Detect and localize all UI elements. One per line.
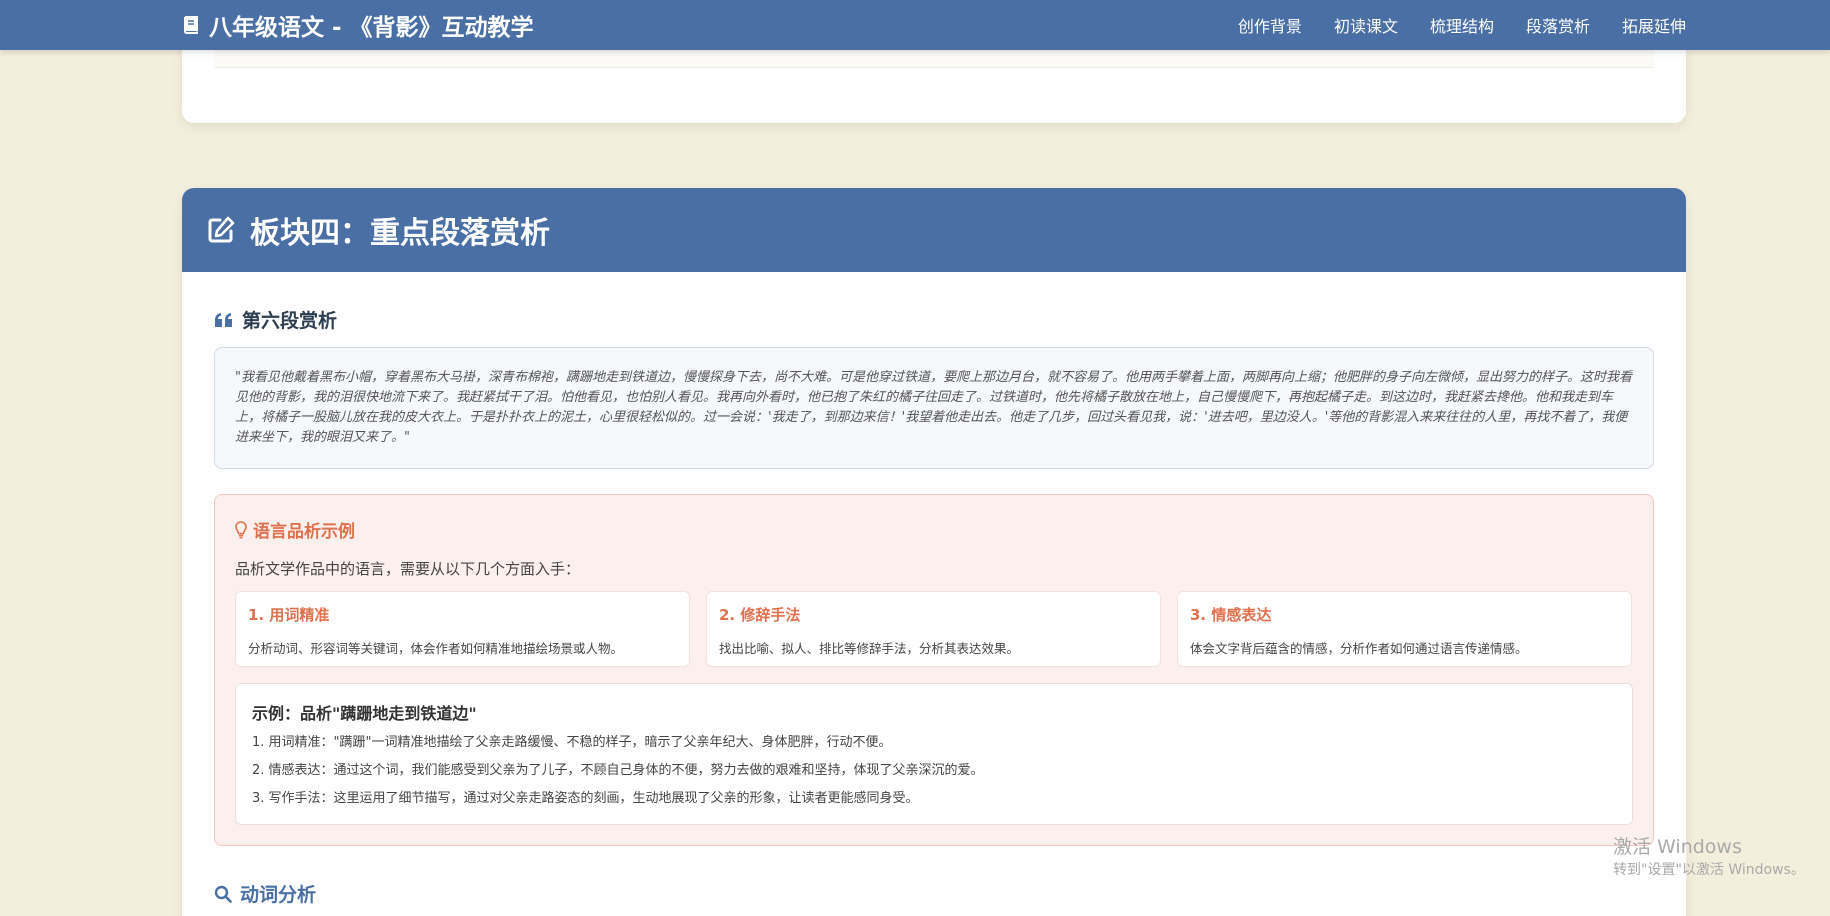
analysis-intro: 品析文学作品中的语言，需要从以下几个方面入手： [235,560,581,578]
section-header: 板块四：重点段落赏析 [182,188,1686,272]
section-paragraph-analysis: 板块四：重点段落赏析 第六段赏析 "我看见他戴着黑布小帽，穿着黑布大马褂，深青布… [182,188,1686,916]
example-title: 示例：品析"蹒跚地走到铁道边" [252,704,477,723]
edit-icon [206,215,236,245]
example-line: 3. 写作手法：这里运用了细节描写，通过对父亲走路姿态的刻画，生动地展现了父亲的… [252,791,919,806]
method-title: 1. 用词精准 [248,606,330,624]
example-line: 1. 用词精准："蹒跚"一词精准地描绘了父亲走路缓慢、不稳的样子，暗示了父亲年纪… [252,735,892,750]
method-title: 3. 情感表达 [1190,606,1272,624]
search-icon [214,885,232,903]
nav-link-paragraph-analysis[interactable]: 段落赏析 [1526,13,1590,37]
method-desc: 分析动词、形容词等关键词，体会作者如何精准地描绘场景或人物。 [248,641,624,656]
brand[interactable]: 八年级语文 - 《背影》互动教学 [181,8,534,42]
example-box: 示例：品析"蹒跚地走到铁道边" 1. 用词精准："蹒跚"一词精准地描绘了父亲走路… [235,683,1633,825]
method-card-rhetoric: 2. 修辞手法 找出比喻、拟人、排比等修辞手法，分析其表达效果。 [706,591,1161,667]
method-desc: 找出比喻、拟人、排比等修辞手法，分析其表达效果。 [719,641,1020,656]
section-title: 板块四：重点段落赏析 [250,216,550,251]
nav-link-first-reading[interactable]: 初读课文 [1334,13,1398,37]
brand-title: 八年级语文 - 《背影》互动教学 [209,15,534,41]
book-icon [181,15,201,35]
nav-link-background[interactable]: 创作背景 [1238,13,1302,37]
verb-analysis-heading: 动词分析 [214,880,316,907]
top-navbar: 八年级语文 - 《背影》互动教学 创作背景 初读课文 梳理结构 段落赏析 拓展延… [0,0,1830,50]
method-card-word-choice: 1. 用词精准 分析动词、形容词等关键词，体会作者如何精准地描绘场景或人物。 [235,591,690,667]
analysis-title-text: 语言品析示例 [253,522,355,542]
verb-analysis-heading-text: 动词分析 [240,884,317,906]
analysis-title: 语言品析示例 [235,517,355,542]
example-line: 2. 情感表达：通过这个词，我们能感受到父亲为了儿子，不顾自己身体的不便，努力去… [252,763,984,778]
method-title: 2. 修辞手法 [719,606,801,624]
nav-link-extension[interactable]: 拓展延伸 [1622,13,1686,37]
watermark-line-1: 激活 Windows [1613,836,1742,858]
method-desc: 体会文字背后蕴含的情感，分析作者如何通过语言传递情感。 [1190,641,1528,656]
paragraph-quote: "我看见他戴着黑布小帽，穿着黑布大马褂，深青布棉袍，蹒跚地走到铁道边，慢慢探身下… [214,347,1654,469]
watermark-line-2: 转到"设置"以激活 Windows。 [1613,862,1805,878]
language-analysis-box: 语言品析示例 品析文学作品中的语言，需要从以下几个方面入手： 1. 用词精准 分… [214,494,1654,846]
quote-icon [214,312,234,328]
nav-links: 创作背景 初读课文 梳理结构 段落赏析 拓展延伸 [1238,8,1686,42]
paragraph-heading: 第六段赏析 [214,306,337,333]
method-card-emotion: 3. 情感表达 体会文字背后蕴含的情感，分析作者如何通过语言传递情感。 [1177,591,1632,667]
windows-activation-watermark: 激活 Windows 转到"设置"以激活 Windows。 [1613,834,1805,880]
lightbulb-icon [235,520,247,539]
paragraph-heading-text: 第六段赏析 [242,310,338,332]
nav-link-structure[interactable]: 梳理结构 [1430,13,1494,37]
previous-section-content [214,50,1654,68]
